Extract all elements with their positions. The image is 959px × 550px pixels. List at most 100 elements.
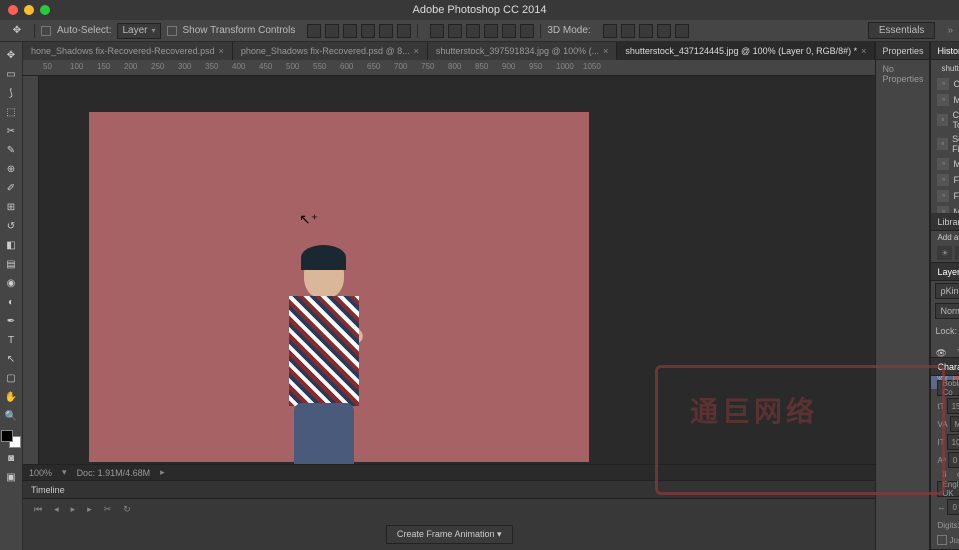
color-swatch-tool[interactable] [1, 430, 21, 448]
layers-tab[interactable]: Layers [937, 267, 959, 277]
pen-tool[interactable]: ✒ [0, 312, 22, 330]
history-state[interactable]: ▫Free Transform [931, 188, 959, 204]
history-state[interactable]: ▫Free Transform [931, 172, 959, 188]
timeline-convert-icon[interactable]: ↻ [120, 503, 134, 516]
3d-slide-icon[interactable] [657, 24, 671, 38]
history-state[interactable]: ▫Open [931, 76, 959, 92]
character-tab[interactable]: Character [937, 362, 959, 372]
history-tab[interactable]: History [937, 46, 959, 56]
history-state[interactable]: ▫Custom Shape Tool [931, 108, 959, 132]
history-state[interactable]: ▫Move [931, 204, 959, 213]
workspace-menu-icon[interactable]: » [947, 25, 953, 36]
vscale-input[interactable]: 100% [947, 434, 959, 450]
healing-tool[interactable]: ⊕ [0, 160, 22, 178]
close-tab-icon[interactable]: × [219, 46, 224, 56]
type-tool[interactable]: T [0, 331, 22, 349]
distribute-hcenter-icon[interactable] [502, 24, 516, 38]
char-offset1[interactable]: 0 [947, 499, 959, 515]
zoom-level[interactable]: 100% [29, 468, 52, 478]
timeline-cut-icon[interactable]: ✂ [101, 503, 115, 516]
show-transform-checkbox[interactable] [167, 26, 177, 36]
align-left-icon[interactable] [361, 24, 375, 38]
3d-scale-icon[interactable] [675, 24, 689, 38]
levels-adj-icon[interactable]: ◫ [955, 246, 959, 260]
3d-roll-icon[interactable] [621, 24, 635, 38]
quickmask-tool[interactable]: ◙ [0, 449, 22, 467]
3d-orbit-icon[interactable] [603, 24, 617, 38]
history-state[interactable]: ▫Set Shape Layer Fill [931, 132, 959, 156]
history-state[interactable]: ▫Make Layer [931, 92, 959, 108]
ruler-vertical[interactable] [23, 76, 39, 464]
brush-tool[interactable]: ✐ [0, 179, 22, 197]
minimize-window[interactable] [24, 5, 34, 15]
history-document[interactable]: shutterstock_437124445.jpg [931, 60, 959, 76]
align-right-icon[interactable] [397, 24, 411, 38]
document-tab[interactable]: hone_Shadows fix-Recovered-Recovered.psd… [23, 42, 233, 60]
justification-alternates-checkbox[interactable] [937, 535, 947, 545]
align-bottom-icon[interactable] [343, 24, 357, 38]
wand-tool[interactable]: ⬚ [0, 103, 22, 121]
move-tool[interactable]: ✥ [0, 46, 22, 64]
screenmode-tool[interactable]: ▣ [0, 468, 22, 486]
timeline-prev-icon[interactable]: ◂ [51, 503, 62, 516]
gradient-tool[interactable]: ▤ [0, 255, 22, 273]
faux-bold-icon[interactable]: fi [937, 470, 951, 479]
lasso-tool[interactable]: ⟆ [0, 84, 22, 102]
ruler-horizontal[interactable]: 5010015020025030035040045050055060065070… [23, 60, 875, 76]
close-tab-icon[interactable]: × [861, 46, 866, 56]
align-top-icon[interactable] [307, 24, 321, 38]
visibility-toggle-icon[interactable]: 👁 [935, 348, 946, 359]
close-window[interactable] [8, 5, 18, 15]
history-state-icon: ▫ [937, 94, 949, 106]
blur-tool[interactable]: ◉ [0, 274, 22, 292]
layer-kind-filter[interactable]: ρKind [935, 283, 959, 299]
baseline-input[interactable]: 0 pt [948, 452, 959, 468]
document-tab[interactable]: shutterstock_397591834.jpg @ 100% (...× [428, 42, 618, 60]
kerning-input[interactable]: Metrics [950, 416, 959, 432]
libraries-tab[interactable]: Libraries [937, 217, 959, 227]
history-state[interactable]: ▫Move [931, 156, 959, 172]
create-frame-animation-button[interactable]: Create Frame Animation ▾ [386, 525, 513, 544]
3d-pan-icon[interactable] [639, 24, 653, 38]
shape-tool[interactable]: ▢ [0, 369, 22, 387]
document-image[interactable] [89, 112, 589, 462]
align-hcenter-icon[interactable] [379, 24, 393, 38]
close-tab-icon[interactable]: × [414, 46, 419, 56]
timeline-next-icon[interactable]: ▸ [84, 503, 95, 516]
auto-select-checkbox[interactable] [41, 26, 51, 36]
document-tab[interactable]: phone_Shadows fix-Recovered.psd @ 8...× [233, 42, 428, 60]
distribute-right-icon[interactable] [520, 24, 534, 38]
stamp-tool[interactable]: ⊞ [0, 198, 22, 216]
timeline-first-icon[interactable]: ⏮ [31, 503, 45, 516]
distribute-left-icon[interactable] [484, 24, 498, 38]
zoom-window[interactable] [40, 5, 50, 15]
properties-tab[interactable]: Properties [882, 46, 923, 56]
hand-tool[interactable]: ✋ [0, 388, 22, 406]
marquee-tool[interactable]: ▭ [0, 65, 22, 83]
align-vcenter-icon[interactable] [325, 24, 339, 38]
path-tool[interactable]: ↖ [0, 350, 22, 368]
distribute-vcenter-icon[interactable] [448, 24, 462, 38]
font-size-input[interactable]: 15 pt [947, 398, 959, 414]
zoom-tool[interactable]: 🔍 [0, 407, 22, 425]
close-tab-icon[interactable]: × [603, 46, 608, 56]
crop-tool[interactable]: ✂ [0, 122, 22, 140]
history-state-icon: ▫ [937, 114, 948, 126]
faux-italic-icon[interactable]: σ [952, 470, 959, 479]
eraser-tool[interactable]: ◧ [0, 236, 22, 254]
language-dropdown[interactable]: English: UK [937, 481, 959, 497]
workspace-switcher[interactable]: Essentials [868, 22, 936, 39]
font-family-dropdown[interactable]: BobbyJonesSoft-Co [937, 380, 959, 396]
brightness-adj-icon[interactable]: ☀ [937, 246, 952, 260]
blend-mode-dropdown[interactable]: Normal [935, 303, 959, 319]
doc-size-label[interactable]: Doc: 1.91M/4.68M [77, 468, 151, 478]
distribute-bottom-icon[interactable] [466, 24, 480, 38]
history-brush-tool[interactable]: ↺ [0, 217, 22, 235]
eyedropper-tool[interactable]: ✎ [0, 141, 22, 159]
timeline-play-icon[interactable]: ▸ [68, 503, 79, 516]
distribute-top-icon[interactable] [430, 24, 444, 38]
document-tab[interactable]: shutterstock_437124445.jpg @ 100% (Layer… [617, 42, 875, 60]
timeline-tab[interactable]: Timeline [31, 485, 65, 495]
dodge-tool[interactable]: ◐ [0, 293, 22, 311]
auto-select-type-dropdown[interactable]: Layer [117, 23, 160, 39]
